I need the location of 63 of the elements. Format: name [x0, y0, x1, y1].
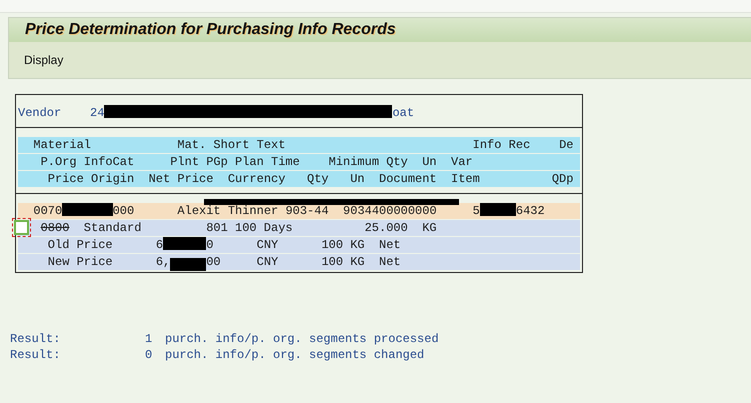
table-cell: 6 — [156, 237, 164, 253]
table-cell: 25.000 — [364, 220, 408, 236]
result-count: 0 — [145, 347, 154, 363]
column-header: Un — [350, 171, 365, 187]
table-cell: 00 — [206, 254, 221, 270]
table-cell: 100 — [235, 220, 257, 236]
checkbox[interactable] — [14, 220, 29, 235]
table-cell: 6, — [156, 254, 170, 270]
table-cell: 000 — [112, 203, 134, 219]
redaction-bar — [163, 237, 206, 250]
table-cell: KG — [422, 220, 437, 236]
result-label: Result: — [10, 347, 62, 363]
column-header: Mat. Short Text — [177, 137, 286, 153]
column-header: QDp — [552, 171, 574, 187]
row-label: Old Price — [48, 237, 113, 253]
column-header: Qty — [307, 171, 329, 187]
column-header: P.Org — [40, 154, 77, 170]
result-message: purch. info/p. org. segments processed — [165, 331, 439, 347]
column-header: Price Origin — [48, 171, 134, 187]
table-cell: Alexit Thinner 903-44 — [177, 203, 329, 219]
table-cell: KG — [350, 254, 365, 270]
table-cell: 100 — [321, 237, 344, 253]
result-label: Result: — [10, 331, 62, 347]
table-cell: 6432 — [516, 203, 545, 219]
field-value: oat — [392, 105, 414, 121]
table-cell: 801 — [206, 220, 228, 236]
redaction-bar — [170, 258, 206, 271]
table-cell: Standard — [84, 220, 142, 236]
column-header: Minimum Qty — [328, 154, 408, 170]
result-message: purch. info/p. org. segments changed — [165, 347, 424, 363]
column-header: PGp — [206, 154, 228, 170]
column-header: Plnt — [170, 154, 200, 170]
table-cell: Days — [264, 220, 293, 236]
table-cell: 9034400000000 — [343, 203, 437, 219]
redaction-bar — [480, 203, 516, 216]
table-cell: 0070 — [33, 203, 62, 219]
table-cell: CNY — [256, 237, 278, 253]
redaction-bar — [62, 203, 113, 216]
table-cell: 5 — [472, 203, 480, 219]
column-header: Material — [33, 137, 91, 153]
column-header: De — [559, 137, 574, 153]
table-cell: Net — [379, 237, 401, 253]
column-header: Var — [451, 154, 473, 170]
table-cell: 100 — [321, 254, 344, 270]
field-label: Vendor — [18, 105, 62, 121]
table-cell: KG — [350, 237, 365, 253]
row-label: New Price — [48, 254, 113, 270]
table-cell: 0 — [206, 237, 214, 253]
page-title: Price Determination for Purchasing Info Records — [9, 18, 751, 42]
column-header: Net Price — [148, 171, 214, 187]
column-header: Currency — [228, 171, 286, 187]
field-value: 24 — [90, 105, 104, 121]
column-header: InfoCat — [84, 154, 134, 170]
column-header: Item — [451, 171, 480, 187]
column-header: Document — [379, 171, 437, 187]
column-header: Info Rec — [472, 137, 530, 153]
table-cell: 0800 — [40, 220, 70, 236]
column-header: Un — [422, 154, 437, 170]
column-header: Plan Time — [235, 154, 300, 170]
display-button[interactable]: Display — [24, 53, 64, 67]
result-count: 1 — [145, 331, 154, 347]
table-cell: Net — [379, 254, 401, 270]
table-cell: CNY — [256, 254, 278, 270]
